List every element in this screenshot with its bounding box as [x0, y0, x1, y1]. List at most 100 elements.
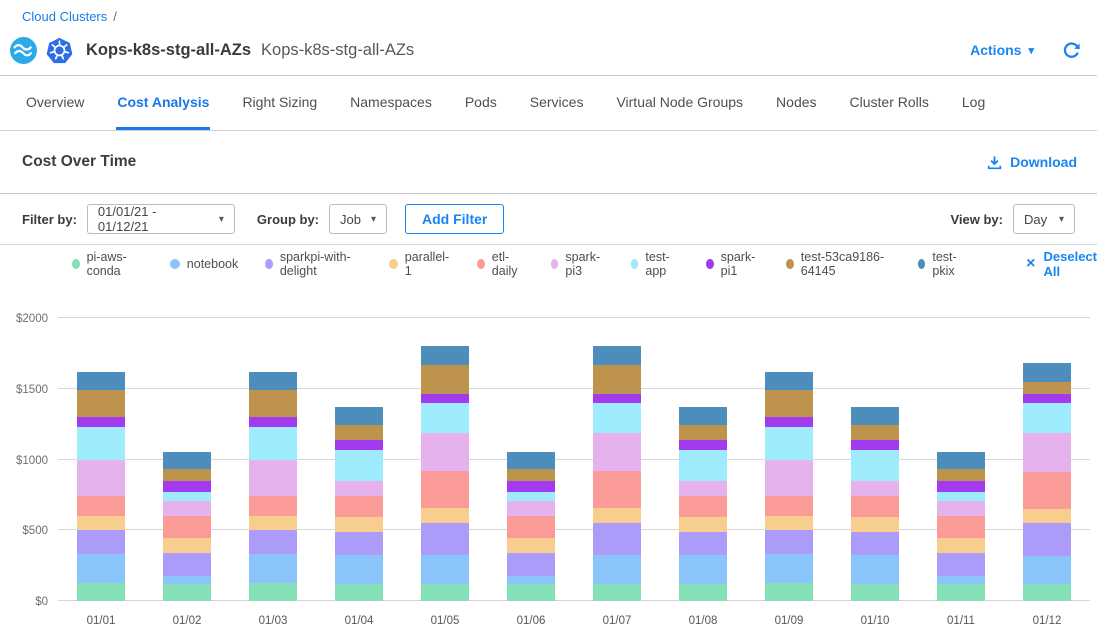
bar-segment-spark-pi1[interactable] — [507, 481, 555, 492]
bar-segment-sparkpi-with-delight[interactable] — [937, 553, 985, 576]
stacked-bar-01/02[interactable] — [163, 452, 211, 601]
bar-segment-parallel-1[interactable] — [249, 516, 297, 530]
legend-item-test-53ca9186-64145[interactable]: test-53ca9186-64145 — [786, 250, 891, 278]
bar-segment-etl-daily[interactable] — [335, 496, 383, 517]
bar-segment-parallel-1[interactable] — [593, 508, 641, 524]
bar-segment-spark-pi3[interactable] — [593, 433, 641, 471]
legend-item-parallel-1[interactable]: parallel-1 — [389, 250, 450, 278]
tab-overview[interactable]: Overview — [25, 76, 85, 130]
bar-segment-notebook[interactable] — [937, 576, 985, 584]
bar-segment-test-53ca9186-64145[interactable] — [163, 469, 211, 482]
tab-nodes[interactable]: Nodes — [775, 76, 817, 130]
bar-segment-pi-aws-conda[interactable] — [1023, 584, 1071, 601]
tab-pods[interactable]: Pods — [464, 76, 498, 130]
bar-segment-pi-aws-conda[interactable] — [851, 584, 899, 601]
bar-segment-test-pkix[interactable] — [1023, 363, 1071, 381]
bar-segment-test-pkix[interactable] — [249, 372, 297, 390]
bar-segment-notebook[interactable] — [335, 555, 383, 584]
bar-segment-test-53ca9186-64145[interactable] — [765, 390, 813, 417]
bar-segment-notebook[interactable] — [1023, 556, 1071, 584]
bar-segment-parallel-1[interactable] — [507, 538, 555, 553]
tab-namespaces[interactable]: Namespaces — [349, 76, 433, 130]
actions-button[interactable]: Actions ▾ — [970, 42, 1034, 58]
bar-segment-test-53ca9186-64145[interactable] — [851, 425, 899, 440]
view-by-select[interactable]: Day ▾ — [1013, 204, 1075, 234]
tab-cost-analysis[interactable]: Cost Analysis — [116, 76, 210, 130]
bar-segment-spark-pi1[interactable] — [77, 417, 125, 427]
tab-services[interactable]: Services — [529, 76, 585, 130]
bar-segment-parallel-1[interactable] — [937, 538, 985, 553]
bar-segment-pi-aws-conda[interactable] — [77, 583, 125, 601]
bar-segment-spark-pi3[interactable] — [765, 460, 813, 497]
legend-item-test-pkix[interactable]: test-pkix — [918, 250, 967, 278]
bar-segment-test-app[interactable] — [1023, 403, 1071, 433]
bar-segment-notebook[interactable] — [679, 555, 727, 584]
bar-segment-test-pkix[interactable] — [507, 452, 555, 468]
legend-item-pi-aws-conda[interactable]: pi-aws-conda — [72, 250, 143, 278]
bar-segment-spark-pi1[interactable] — [335, 440, 383, 450]
bar-segment-etl-daily[interactable] — [937, 516, 985, 538]
bar-segment-pi-aws-conda[interactable] — [163, 584, 211, 601]
bar-segment-notebook[interactable] — [421, 555, 469, 584]
bar-segment-spark-pi3[interactable] — [851, 481, 899, 497]
bar-segment-test-app[interactable] — [249, 427, 297, 460]
bar-segment-test-53ca9186-64145[interactable] — [593, 365, 641, 394]
tab-cluster-rolls[interactable]: Cluster Rolls — [849, 76, 930, 130]
bar-segment-spark-pi1[interactable] — [249, 417, 297, 427]
bar-segment-pi-aws-conda[interactable] — [335, 584, 383, 601]
legend-item-spark-pi3[interactable]: spark-pi3 — [551, 250, 604, 278]
bar-segment-sparkpi-with-delight[interactable] — [335, 532, 383, 555]
bar-segment-parallel-1[interactable] — [335, 517, 383, 533]
bar-segment-test-pkix[interactable] — [77, 372, 125, 390]
bar-segment-pi-aws-conda[interactable] — [765, 583, 813, 601]
bar-segment-pi-aws-conda[interactable] — [249, 583, 297, 601]
bar-segment-parallel-1[interactable] — [1023, 509, 1071, 523]
bar-segment-spark-pi1[interactable] — [163, 481, 211, 492]
bar-segment-etl-daily[interactable] — [249, 496, 297, 516]
bar-segment-etl-daily[interactable] — [163, 516, 211, 538]
bar-segment-sparkpi-with-delight[interactable] — [421, 523, 469, 555]
bar-segment-spark-pi1[interactable] — [851, 440, 899, 450]
bar-segment-test-app[interactable] — [765, 427, 813, 460]
breadcrumb-cloud-clusters-link[interactable]: Cloud Clusters — [22, 9, 107, 24]
bar-segment-spark-pi3[interactable] — [679, 481, 727, 497]
bar-segment-etl-daily[interactable] — [765, 496, 813, 516]
bar-segment-etl-daily[interactable] — [851, 496, 899, 517]
bar-segment-test-pkix[interactable] — [163, 452, 211, 468]
bar-segment-pi-aws-conda[interactable] — [937, 584, 985, 601]
bar-segment-test-53ca9186-64145[interactable] — [937, 469, 985, 482]
bar-segment-spark-pi1[interactable] — [679, 440, 727, 450]
stacked-bar-01/10[interactable] — [851, 407, 899, 601]
bar-segment-sparkpi-with-delight[interactable] — [1023, 523, 1071, 556]
legend-item-sparkpi-with-delight[interactable]: sparkpi-with-delight — [265, 250, 362, 278]
bar-segment-test-53ca9186-64145[interactable] — [335, 425, 383, 440]
bar-segment-pi-aws-conda[interactable] — [679, 584, 727, 601]
bar-segment-sparkpi-with-delight[interactable] — [765, 530, 813, 554]
bar-segment-sparkpi-with-delight[interactable] — [679, 532, 727, 555]
stacked-bar-01/08[interactable] — [679, 407, 727, 601]
download-button[interactable]: Download — [987, 154, 1077, 170]
group-by-select[interactable]: Job ▾ — [329, 204, 387, 234]
bar-segment-pi-aws-conda[interactable] — [507, 584, 555, 601]
bar-segment-spark-pi3[interactable] — [77, 460, 125, 497]
bar-segment-notebook[interactable] — [593, 555, 641, 584]
legend-item-etl-daily[interactable]: etl-daily — [477, 250, 524, 278]
bar-segment-test-app[interactable] — [679, 450, 727, 481]
stacked-bar-01/06[interactable] — [507, 452, 555, 601]
bar-segment-spark-pi1[interactable] — [937, 481, 985, 492]
bar-segment-sparkpi-with-delight[interactable] — [507, 553, 555, 576]
bar-segment-spark-pi3[interactable] — [163, 501, 211, 517]
bar-segment-parallel-1[interactable] — [851, 517, 899, 533]
bar-segment-test-pkix[interactable] — [335, 407, 383, 425]
bar-segment-spark-pi3[interactable] — [507, 501, 555, 517]
bar-segment-sparkpi-with-delight[interactable] — [249, 530, 297, 554]
bar-segment-spark-pi1[interactable] — [593, 394, 641, 403]
bar-segment-pi-aws-conda[interactable] — [421, 584, 469, 601]
tab-virtual-node-groups[interactable]: Virtual Node Groups — [615, 76, 744, 130]
bar-segment-test-app[interactable] — [851, 450, 899, 481]
bar-segment-spark-pi3[interactable] — [421, 433, 469, 471]
bar-segment-test-app[interactable] — [77, 427, 125, 460]
bar-segment-test-pkix[interactable] — [851, 407, 899, 425]
bar-segment-spark-pi3[interactable] — [249, 460, 297, 497]
bar-segment-test-53ca9186-64145[interactable] — [1023, 382, 1071, 394]
